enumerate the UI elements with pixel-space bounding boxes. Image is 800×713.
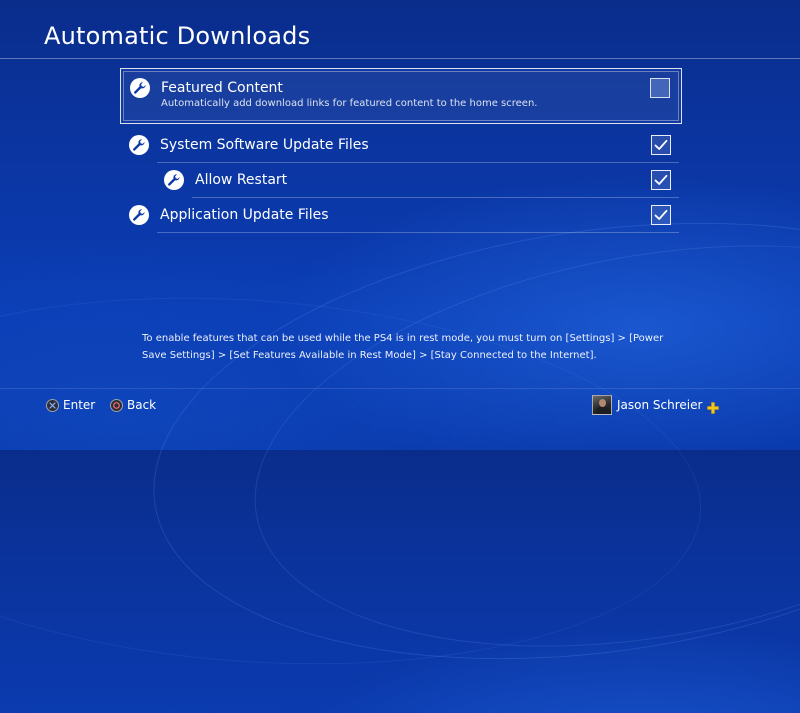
playstation-plus-icon	[707, 399, 720, 414]
setting-row-featured-content[interactable]: Featured Content Automatically add downl…	[120, 68, 682, 124]
cross-button-icon	[46, 398, 59, 412]
featured-content-checkbox[interactable]	[650, 78, 670, 98]
user-name: Jason Schreier	[617, 398, 703, 412]
avatar	[592, 395, 612, 415]
footer-divider	[0, 388, 800, 389]
wrench-icon	[130, 78, 150, 98]
checkmark-icon	[654, 209, 668, 220]
title-divider	[0, 58, 800, 59]
setting-label: System Software Update Files	[160, 137, 369, 153]
application-update-checkbox[interactable]	[651, 205, 671, 225]
setting-label: Featured Content	[161, 80, 283, 96]
checkmark-icon	[654, 174, 668, 185]
enter-hint[interactable]: Enter	[46, 398, 95, 412]
background-wave	[125, 169, 800, 713]
circle-button-icon	[110, 398, 123, 412]
setting-description: Automatically add download links for fea…	[161, 98, 538, 109]
wrench-icon	[129, 135, 149, 155]
checkmark-icon	[654, 139, 668, 150]
row-divider	[157, 232, 679, 233]
page-title: Automatic Downloads	[44, 22, 311, 50]
setting-row-system-software-update-files[interactable]: System Software Update Files	[120, 128, 682, 163]
setting-row-application-update-files[interactable]: Application Update Files	[120, 198, 682, 233]
setting-label: Application Update Files	[160, 207, 329, 223]
setting-label: Allow Restart	[195, 172, 288, 188]
rest-mode-note: To enable features that can be used whil…	[142, 333, 664, 361]
background-wave	[222, 188, 800, 704]
allow-restart-checkbox[interactable]	[651, 170, 671, 190]
back-hint[interactable]: Back	[110, 398, 156, 412]
back-label: Back	[127, 398, 157, 412]
enter-label: Enter	[63, 398, 96, 412]
setting-row-allow-restart[interactable]: Allow Restart	[120, 163, 682, 198]
settings-list: Featured Content Automatically add downl…	[120, 68, 682, 233]
wrench-icon	[129, 205, 149, 225]
wrench-icon	[164, 170, 184, 190]
user-profile[interactable]: Jason Schreier	[592, 395, 720, 415]
system-software-update-checkbox[interactable]	[651, 135, 671, 155]
